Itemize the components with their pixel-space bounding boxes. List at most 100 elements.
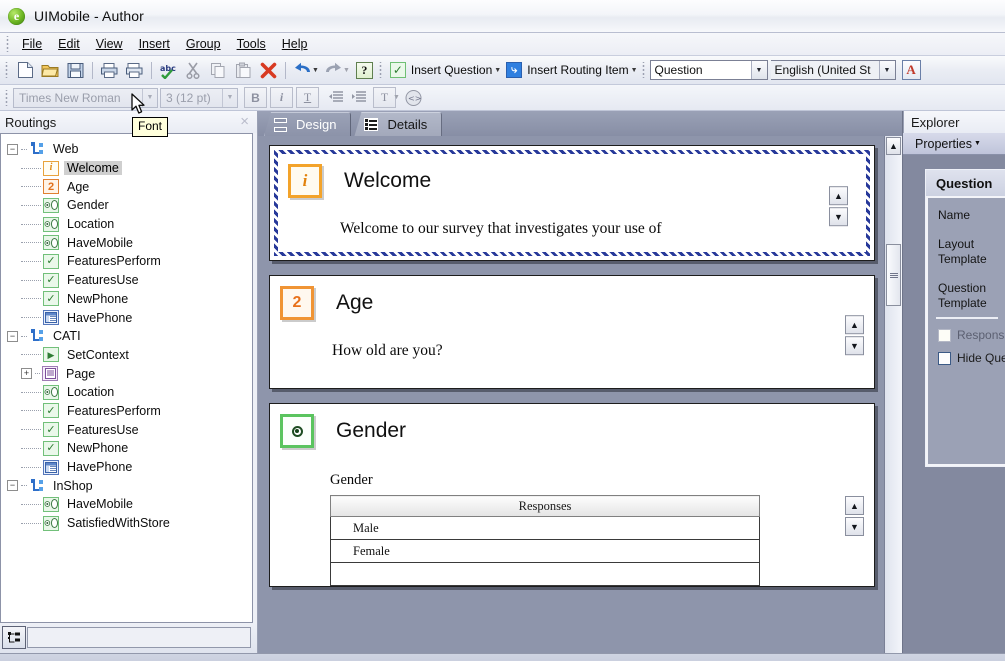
insert-question-caret[interactable]: ▼ xyxy=(494,67,501,74)
question-card-welcome[interactable]: i Welcome Welcome to our survey that inv… xyxy=(269,145,875,261)
tree-item-featuresuse[interactable]: ✓ FeaturesUse xyxy=(1,271,252,290)
tree-item-cati[interactable]: − CATI xyxy=(1,327,252,346)
tree-item-inshop[interactable]: − InShop xyxy=(1,476,252,495)
html-source-button[interactable]: <> xyxy=(402,87,425,108)
menubar-grip[interactable] xyxy=(4,36,11,52)
tab-details[interactable]: Details xyxy=(354,112,443,136)
scroll-up-icon[interactable]: ▲ xyxy=(829,186,848,206)
menu-view[interactable]: View xyxy=(88,35,131,53)
font-color-button[interactable]: A xyxy=(899,59,924,82)
menu-help[interactable]: Help xyxy=(274,35,316,53)
tree-item-location[interactable]: Location xyxy=(1,383,252,402)
scrollbar-up-arrow[interactable]: ▲ xyxy=(886,137,901,155)
bold-button[interactable]: B xyxy=(244,87,267,108)
menu-tools[interactable]: Tools xyxy=(229,35,274,53)
cut-button[interactable] xyxy=(181,59,206,82)
tree-item-setcontext[interactable]: ▶ SetContext xyxy=(1,346,252,365)
hide-question-checkbox[interactable] xyxy=(938,351,951,365)
collapse-icon[interactable]: − xyxy=(7,143,18,155)
menu-file[interactable]: File xyxy=(14,35,50,53)
tree-item-featuresuse[interactable]: ✓ FeaturesUse xyxy=(1,420,252,439)
hide-question-checkbox-row[interactable]: Hide Que xyxy=(938,351,1005,365)
tree-item-featuresperform[interactable]: ✓ FeaturesPerform xyxy=(1,252,252,271)
italic-button[interactable]: i xyxy=(270,87,293,108)
save-button[interactable] xyxy=(63,59,88,82)
scroll-down-icon[interactable]: ▼ xyxy=(829,207,848,227)
scroll-up-icon[interactable]: ▲ xyxy=(845,315,864,335)
insert-question-button[interactable]: ✓ Insert Question xyxy=(387,59,497,82)
delete-button[interactable] xyxy=(256,59,281,82)
toolbar-grip-3[interactable] xyxy=(639,62,647,78)
close-icon[interactable]: × xyxy=(240,114,253,129)
object-type-combobox[interactable]: Question ▼ xyxy=(649,60,768,80)
welcome-card-spinner[interactable]: ▲ ▼ xyxy=(829,186,848,227)
collapse-icon[interactable]: − xyxy=(7,330,18,342)
responses-checkbox[interactable] xyxy=(938,328,951,342)
font-size-caret[interactable]: ▼ xyxy=(222,88,237,107)
print-preview-button[interactable] xyxy=(122,59,147,82)
new-document-button[interactable] xyxy=(13,59,38,82)
text-style-caret[interactable]: ▼ xyxy=(393,94,400,101)
menu-group[interactable]: Group xyxy=(178,35,229,53)
language-caret[interactable]: ▼ xyxy=(878,61,895,79)
indent-increase-button[interactable] xyxy=(347,87,370,108)
font-size-combobox[interactable]: 3 (12 pt) ▼ xyxy=(160,87,238,108)
scroll-down-icon[interactable]: ▼ xyxy=(845,517,864,536)
spell-check-button[interactable]: abc xyxy=(156,59,181,82)
tree-view-toggle-button[interactable] xyxy=(2,626,26,649)
tree-item-web[interactable]: − Web xyxy=(1,140,252,159)
tree-item-havemobile[interactable]: HaveMobile xyxy=(1,495,252,514)
tree-item-gender[interactable]: Gender xyxy=(1,196,252,215)
tree-item-location[interactable]: Location xyxy=(1,215,252,234)
help-button[interactable]: ? xyxy=(352,59,377,82)
redo-dropdown-caret[interactable]: ▼ xyxy=(343,67,350,74)
object-type-caret[interactable]: ▼ xyxy=(750,61,767,79)
table-row[interactable]: Male xyxy=(330,516,760,540)
undo-dropdown-caret[interactable]: ▼ xyxy=(312,67,319,74)
tree-item-age[interactable]: 2 Age xyxy=(1,177,252,196)
tab-design[interactable]: Design xyxy=(264,112,352,136)
tree-item-havephone[interactable]: HavePhone xyxy=(1,458,252,477)
scroll-up-icon[interactable]: ▲ xyxy=(845,496,864,515)
age-card-text: How old are you? xyxy=(332,342,443,359)
tree-item-featuresperform[interactable]: ✓ FeaturesPerform xyxy=(1,402,252,421)
design-vertical-scrollbar[interactable]: ▲ xyxy=(884,136,902,653)
responses-table[interactable]: Responses Male Female xyxy=(330,495,760,586)
question-card-age[interactable]: 2 Age How old are you? ▲ ▼ xyxy=(269,275,875,389)
tree-item-page[interactable]: + Page xyxy=(1,364,252,383)
tree-item-satisfiedwithstore[interactable]: SatisfiedWithStore xyxy=(1,514,252,533)
age-card-spinner[interactable]: ▲ ▼ xyxy=(845,315,864,356)
gender-card-spinner[interactable]: ▲ ▼ xyxy=(845,496,864,536)
toolbar-grip-1[interactable] xyxy=(3,62,10,78)
format-toolbar-grip[interactable] xyxy=(3,89,10,106)
routings-tree[interactable]: − Web i Welcome 2 Age Gender Location HaveMobile… xyxy=(0,133,253,623)
scroll-down-icon[interactable]: ▼ xyxy=(845,336,864,356)
table-row[interactable]: Female xyxy=(330,539,760,563)
question-card-gender[interactable]: Gender Gender ▲ ▼ Responses Male Female xyxy=(269,403,875,587)
expand-icon[interactable]: + xyxy=(21,368,32,380)
paste-button[interactable] xyxy=(231,59,256,82)
tree-item-welcome[interactable]: i Welcome xyxy=(1,159,252,178)
menu-edit[interactable]: Edit xyxy=(50,35,88,53)
responses-checkbox-row[interactable]: Respons xyxy=(938,328,1005,342)
chevron-down-icon[interactable]: ▼ xyxy=(974,140,981,147)
tree-item-newphone[interactable]: ✓ NewPhone xyxy=(1,439,252,458)
table-row[interactable] xyxy=(330,562,760,586)
insert-routing-item-caret[interactable]: ▼ xyxy=(631,67,638,74)
toolbar-grip-2[interactable] xyxy=(376,62,384,78)
print-button[interactable] xyxy=(97,59,122,82)
open-folder-button[interactable] xyxy=(38,59,63,82)
insert-routing-item-button[interactable]: ⤷ Insert Routing Item xyxy=(503,59,633,82)
tree-item-newphone[interactable]: ✓ NewPhone xyxy=(1,290,252,309)
menu-insert[interactable]: Insert xyxy=(131,35,178,53)
language-combobox[interactable]: English (United St ▼ xyxy=(770,60,896,80)
properties-dropdown[interactable]: Properties ▼ xyxy=(903,133,1005,155)
scrollbar-thumb[interactable] xyxy=(886,244,901,306)
indent-decrease-button[interactable] xyxy=(324,87,347,108)
tree-item-havemobile[interactable]: HaveMobile xyxy=(1,233,252,252)
routings-status-field[interactable] xyxy=(27,627,251,648)
underline-button[interactable]: T xyxy=(296,87,319,108)
copy-button[interactable] xyxy=(206,59,231,82)
collapse-icon[interactable]: − xyxy=(7,480,18,492)
tree-item-havephone[interactable]: HavePhone xyxy=(1,308,252,327)
